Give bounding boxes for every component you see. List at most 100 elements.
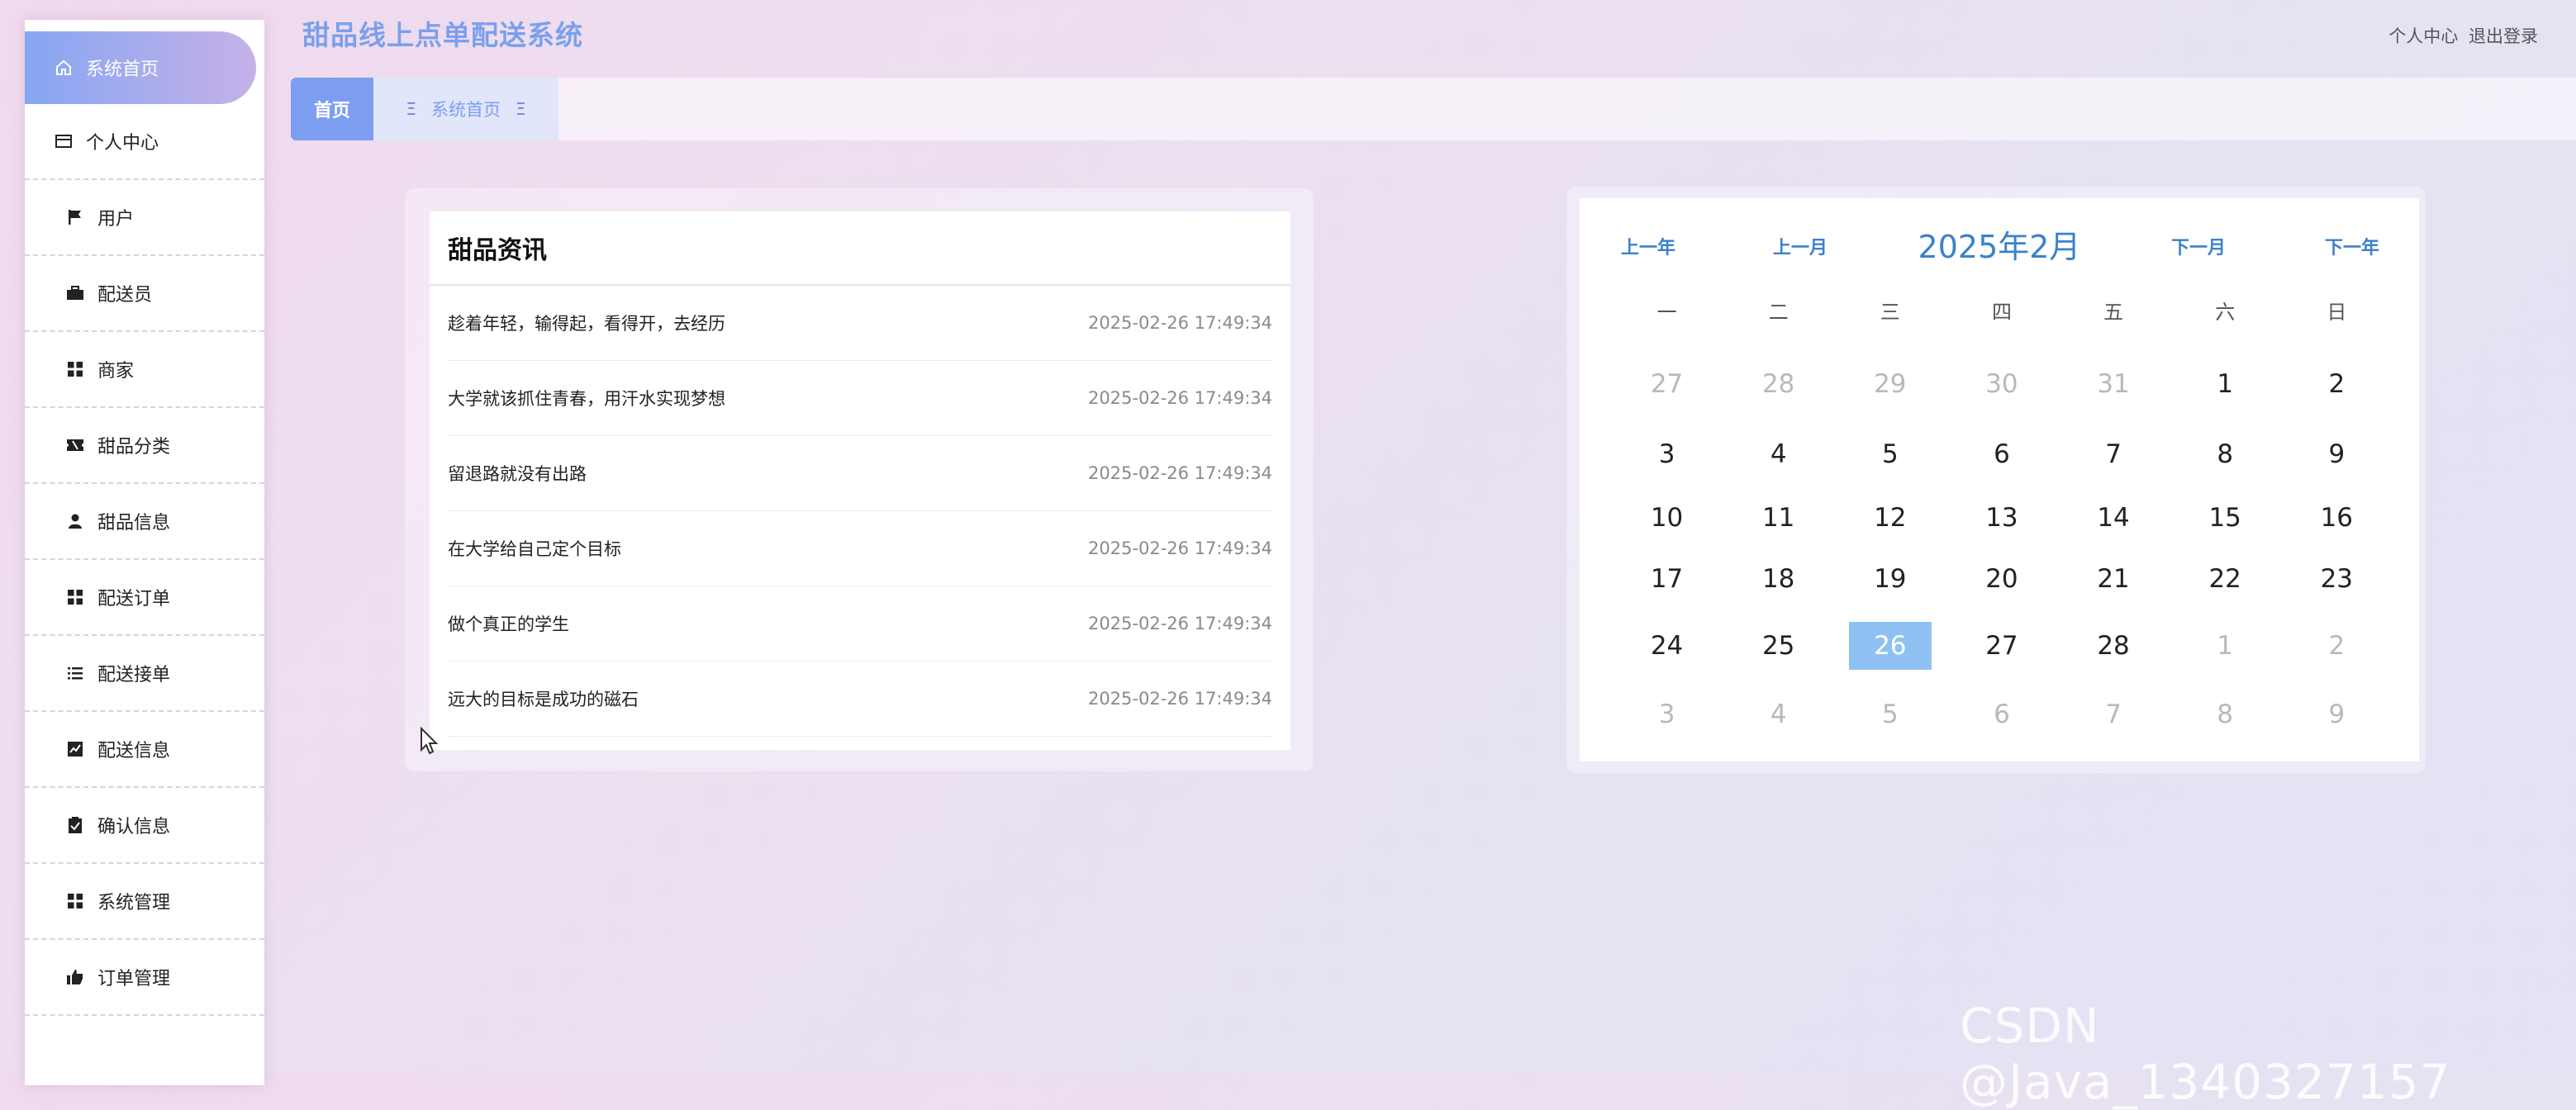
calendar-day[interactable]: 6 — [1946, 421, 2057, 487]
weekday-label: 日 — [2326, 300, 2347, 324]
calendar-day-number: 29 — [1874, 369, 1907, 399]
calendar-day-number: 28 — [1761, 369, 1795, 399]
grid-icon — [64, 586, 86, 608]
calendar-day[interactable]: 6 — [1946, 682, 2057, 747]
sidebar-item-confirm-info[interactable]: 确认信息 — [25, 788, 264, 864]
prev-month-button[interactable]: 上一月 — [1773, 233, 1827, 259]
calendar-day[interactable]: 16 — [2281, 487, 2393, 548]
calendar-day-number: 4 — [1770, 700, 1787, 729]
calendar-day[interactable]: 9 — [2281, 421, 2393, 487]
calendar-day[interactable]: 11 — [1723, 487, 1834, 548]
prev-year-button[interactable]: 上一年 — [1621, 233, 1675, 259]
sidebar-item-label: 确认信息 — [97, 817, 171, 837]
calendar-day[interactable]: 2 — [2281, 347, 2393, 421]
calendar-day[interactable]: 4 — [1723, 421, 1834, 487]
sidebar-item-user[interactable]: 用户 — [25, 180, 264, 256]
profile-link[interactable]: 个人中心 — [2388, 26, 2458, 46]
calendar-day[interactable]: 31 — [2058, 347, 2170, 421]
calendar-day-number: 8 — [2217, 700, 2234, 729]
calendar-day[interactable]: 28 — [2058, 610, 2170, 682]
sidebar-item-label: 甜品信息 — [97, 513, 171, 534]
sidebar-item-merchant[interactable]: 商家 — [25, 332, 264, 408]
calendar-day[interactable]: 22 — [2170, 548, 2281, 610]
calendar-day-number: 12 — [1874, 503, 1907, 533]
calendar-day[interactable]: 27 — [1946, 610, 2057, 682]
logout-link[interactable]: 退出登录 — [2469, 26, 2538, 46]
calendar-today: 26 — [1848, 622, 1932, 670]
weekday-label: 二 — [1768, 300, 1789, 324]
calendar-day[interactable]: 23 — [2281, 548, 2393, 610]
sidebar-item-courier[interactable]: 配送员 — [25, 256, 264, 332]
calendar-day[interactable]: 20 — [1946, 548, 2057, 610]
sidebar-item-profile[interactable]: 个人中心 — [25, 104, 264, 180]
sidebar-item-label: 订单管理 — [97, 969, 171, 989]
calendar-day[interactable]: 26 — [1834, 610, 1946, 682]
news-item-date: 2025-02-26 17:49:34 — [1087, 313, 1272, 333]
calendar-day[interactable]: 7 — [2058, 421, 2170, 487]
calendar-day-number: 23 — [2320, 564, 2354, 594]
calendar-day[interactable]: 25 — [1723, 610, 1834, 682]
weekday-row: 一 二 三 四 五 六 日 — [1611, 273, 2393, 347]
calendar-day[interactable]: 14 — [2058, 487, 2170, 548]
calendar-week-row: 3 4 5 6 7 8 9 — [1611, 421, 2393, 487]
sidebar-item-dessert-category[interactable]: 甜品分类 — [25, 408, 264, 484]
calendar-day[interactable]: 8 — [2170, 682, 2281, 747]
sidebar-item-dessert-info[interactable]: 甜品信息 — [25, 484, 264, 560]
calendar-day[interactable]: 10 — [1611, 487, 1723, 548]
calendar-day-number: 4 — [1770, 439, 1787, 469]
calendar-day[interactable]: 19 — [1834, 548, 1946, 610]
calendar-day-number: 18 — [1761, 564, 1795, 594]
sidebar-item-system-manage[interactable]: 系统管理 — [25, 864, 264, 940]
sidebar-item-label: 商家 — [97, 361, 135, 382]
news-item-date: 2025-02-26 17:49:34 — [1087, 388, 1272, 408]
calendar-day-number: 19 — [1874, 564, 1907, 594]
calendar-day[interactable]: 1 — [2170, 347, 2281, 421]
calendar-day-number: 3 — [1658, 439, 1675, 469]
calendar-day[interactable]: 18 — [1723, 548, 1834, 610]
news-item[interactable]: 远大的目标是成功的磁石 2025-02-26 17:49:34 — [448, 662, 1272, 737]
tab-bar: 首页 Ξ 系统首页 Ξ — [291, 78, 2576, 140]
calendar-day[interactable]: 28 — [1723, 347, 1834, 421]
calendar-day[interactable]: 5 — [1834, 682, 1946, 747]
calendar-day[interactable]: 7 — [2058, 682, 2170, 747]
calendar-week-row: 24 25 26 27 28 1 2 — [1611, 610, 2393, 682]
sidebar-item-label: 用户 — [97, 209, 135, 230]
sidebar-item-delivery-info[interactable]: 配送信息 — [25, 712, 264, 788]
sidebar-item-delivery-accept[interactable]: 配送接单 — [25, 636, 264, 712]
sidebar-item-order-manage[interactable]: 订单管理 — [25, 940, 264, 1016]
calendar-day[interactable]: 15 — [2170, 487, 2281, 548]
calendar-day[interactable]: 24 — [1611, 610, 1723, 682]
calendar-day[interactable]: 3 — [1611, 682, 1723, 747]
calendar-day-number: 21 — [2097, 564, 2130, 594]
calendar-day[interactable]: 30 — [1946, 347, 2057, 421]
news-item[interactable]: 留退路就没有出路 2025-02-26 17:49:34 — [448, 436, 1272, 511]
calendar-day[interactable]: 21 — [2058, 548, 2170, 610]
tab-system-home[interactable]: Ξ 系统首页 Ξ — [373, 78, 558, 140]
sidebar-item-label: 个人中心 — [86, 133, 159, 154]
calendar-day[interactable]: 27 — [1611, 347, 1723, 421]
calendar-day[interactable]: 1 — [2170, 610, 2281, 682]
tab-home[interactable]: 首页 — [291, 78, 373, 140]
calendar-day-number: 11 — [1761, 503, 1795, 533]
calendar-day-number: 5 — [1881, 439, 1899, 469]
calendar-day[interactable]: 4 — [1723, 682, 1834, 747]
calendar-day[interactable]: 12 — [1834, 487, 1946, 548]
next-year-button[interactable]: 下一年 — [2325, 233, 2379, 259]
calendar-day[interactable]: 2 — [2281, 610, 2393, 682]
next-month-button[interactable]: 下一月 — [2171, 233, 2226, 259]
calendar-day[interactable]: 13 — [1946, 487, 2057, 548]
calendar-day[interactable]: 5 — [1834, 421, 1946, 487]
sidebar-item-system-home[interactable]: 系统首页 — [25, 31, 256, 104]
calendar-week-row: 10 11 12 13 14 15 16 — [1611, 487, 2393, 548]
calendar-day[interactable]: 9 — [2281, 682, 2393, 747]
sidebar-item-delivery-order[interactable]: 配送订单 — [25, 560, 264, 636]
news-item-title: 做个真正的学生 — [448, 614, 569, 634]
calendar-day[interactable]: 3 — [1611, 421, 1723, 487]
news-item[interactable]: 做个真正的学生 2025-02-26 17:49:34 — [448, 586, 1272, 662]
calendar-day[interactable]: 8 — [2170, 421, 2281, 487]
news-item[interactable]: 在大学给自己定个目标 2025-02-26 17:49:34 — [448, 511, 1272, 586]
news-item[interactable]: 大学就该抓住青春，用汗水实现梦想 2025-02-26 17:49:34 — [448, 361, 1272, 436]
calendar-day[interactable]: 17 — [1611, 548, 1723, 610]
news-item[interactable]: 趁着年轻，输得起，看得开，去经历 2025-02-26 17:49:34 — [448, 286, 1272, 361]
calendar-day[interactable]: 29 — [1834, 347, 1946, 421]
